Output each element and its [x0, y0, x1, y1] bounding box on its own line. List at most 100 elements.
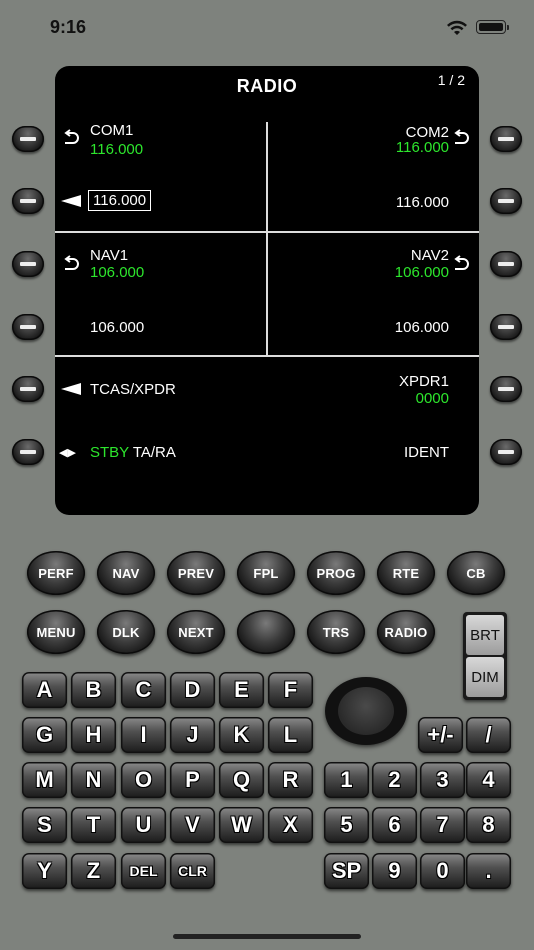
nav1-standby-frequency: 106.000	[90, 319, 145, 336]
key-a[interactable]: A	[22, 672, 67, 708]
lsk-right-4[interactable]	[490, 314, 522, 340]
next-button[interactable]: NEXT	[167, 610, 225, 654]
lsk-left-3[interactable]	[12, 251, 44, 277]
key-m[interactable]: M	[22, 762, 67, 798]
menu-button[interactable]: MENU	[27, 610, 85, 654]
brt-button[interactable]: BRT	[466, 615, 504, 655]
radio-button[interactable]: RADIO	[377, 610, 435, 654]
cursor-knob[interactable]	[325, 677, 407, 745]
key-label: 8	[482, 812, 495, 837]
lsk-left-1[interactable]	[12, 126, 44, 152]
cb-button[interactable]: CB	[447, 551, 505, 595]
key-r[interactable]: R	[268, 762, 313, 798]
key-q[interactable]: Q	[219, 762, 264, 798]
key-j[interactable]: J	[170, 717, 215, 753]
clr-key[interactable]: CLR	[170, 853, 215, 889]
key-label: O	[134, 767, 153, 792]
key-w[interactable]: W	[219, 807, 264, 843]
lsk-left-5[interactable]	[12, 376, 44, 402]
key-i[interactable]: I	[121, 717, 166, 753]
key-x[interactable]: X	[268, 807, 313, 843]
key-label: 4	[482, 767, 495, 792]
trs-button[interactable]: TRS	[307, 610, 365, 654]
key-label: R	[282, 767, 299, 792]
lsk-right-3[interactable]	[490, 251, 522, 277]
key-8[interactable]: 8	[466, 807, 511, 843]
status-time: 9:16	[50, 17, 87, 37]
key-4[interactable]: 4	[466, 762, 511, 798]
key-u[interactable]: U	[121, 807, 166, 843]
nav-button[interactable]: NAV	[97, 551, 155, 595]
com1-active-frequency: 116.000	[90, 141, 144, 158]
prog-button[interactable]: PROG	[307, 551, 365, 595]
divider-vertical	[266, 122, 268, 356]
key-1[interactable]: 1	[324, 762, 369, 798]
key-n[interactable]: N	[71, 762, 116, 798]
com1-standby-frequency[interactable]: 116.000	[88, 190, 152, 211]
del-key[interactable]: DEL	[121, 853, 166, 889]
key-b[interactable]: B	[71, 672, 116, 708]
key-5[interactable]: 5	[324, 807, 369, 843]
key-label: J	[186, 722, 199, 747]
toggle-arrows-icon: ◀▶	[59, 447, 76, 459]
key-c[interactable]: C	[121, 672, 166, 708]
key-label: X	[283, 812, 298, 837]
key-label: 9	[388, 858, 401, 883]
key-s[interactable]: S	[22, 807, 67, 843]
key-y[interactable]: Y	[22, 853, 67, 889]
key-2[interactable]: 2	[372, 762, 417, 798]
key-0[interactable]: 0	[420, 853, 465, 889]
key-h[interactable]: H	[71, 717, 116, 753]
dim-button[interactable]: DIM	[466, 657, 504, 697]
key-p[interactable]: P	[170, 762, 215, 798]
key-label: F	[283, 677, 298, 702]
lsk-right-1[interactable]	[490, 126, 522, 152]
xpdr1-label: XPDR1	[398, 373, 449, 390]
tcas-mode: STBY TA/RA	[90, 444, 176, 461]
perf-button[interactable]: PERF	[27, 551, 85, 595]
fpl-button[interactable]: FPL	[237, 551, 295, 595]
key-9[interactable]: 9	[372, 853, 417, 889]
key-label: N	[85, 767, 102, 792]
key-label: .	[485, 858, 492, 883]
key-d[interactable]: D	[170, 672, 215, 708]
key-g[interactable]: G	[22, 717, 67, 753]
home-indicator[interactable]	[173, 934, 361, 939]
key-o[interactable]: O	[121, 762, 166, 798]
key-e[interactable]: E	[219, 672, 264, 708]
lsk-right-2[interactable]	[490, 188, 522, 214]
sp-key[interactable]: SP	[324, 853, 369, 889]
rte-button[interactable]: RTE	[377, 551, 435, 595]
tcas-mode-other: TA/RA	[132, 444, 176, 461]
key-label: U	[135, 812, 152, 837]
dlk-button[interactable]: DLK	[97, 610, 155, 654]
com2-standby-frequency: 116.000	[395, 194, 449, 211]
plus-minus-key[interactable]: +/-	[418, 717, 463, 753]
blank-button[interactable]	[237, 610, 295, 654]
key-label: /	[485, 722, 492, 747]
lsk-left-2[interactable]	[12, 188, 44, 214]
key-l[interactable]: L	[268, 717, 313, 753]
key-label: 0	[436, 858, 449, 883]
key-label: H	[85, 722, 102, 747]
key-k[interactable]: K	[219, 717, 264, 753]
nav2-standby-frequency: 106.000	[394, 319, 449, 336]
lsk-left-4[interactable]	[12, 314, 44, 340]
key-6[interactable]: 6	[372, 807, 417, 843]
key-3[interactable]: 3	[420, 762, 465, 798]
key-7[interactable]: 7	[420, 807, 465, 843]
lsk-left-6[interactable]	[12, 439, 44, 465]
key-v[interactable]: V	[170, 807, 215, 843]
divider-horizontal-2	[55, 355, 479, 357]
key-f[interactable]: F	[268, 672, 313, 708]
prev-button[interactable]: PREV	[167, 551, 225, 595]
decimal-key[interactable]: .	[466, 853, 511, 889]
key-label: A	[36, 677, 53, 702]
key-t[interactable]: T	[71, 807, 116, 843]
slash-key[interactable]: /	[466, 717, 511, 753]
status-bar: 9:16	[0, 0, 534, 52]
lsk-right-5[interactable]	[490, 376, 522, 402]
lsk-right-6[interactable]	[490, 439, 522, 465]
nav1-active-frequency: 106.000	[90, 264, 145, 281]
key-z[interactable]: Z	[71, 853, 116, 889]
